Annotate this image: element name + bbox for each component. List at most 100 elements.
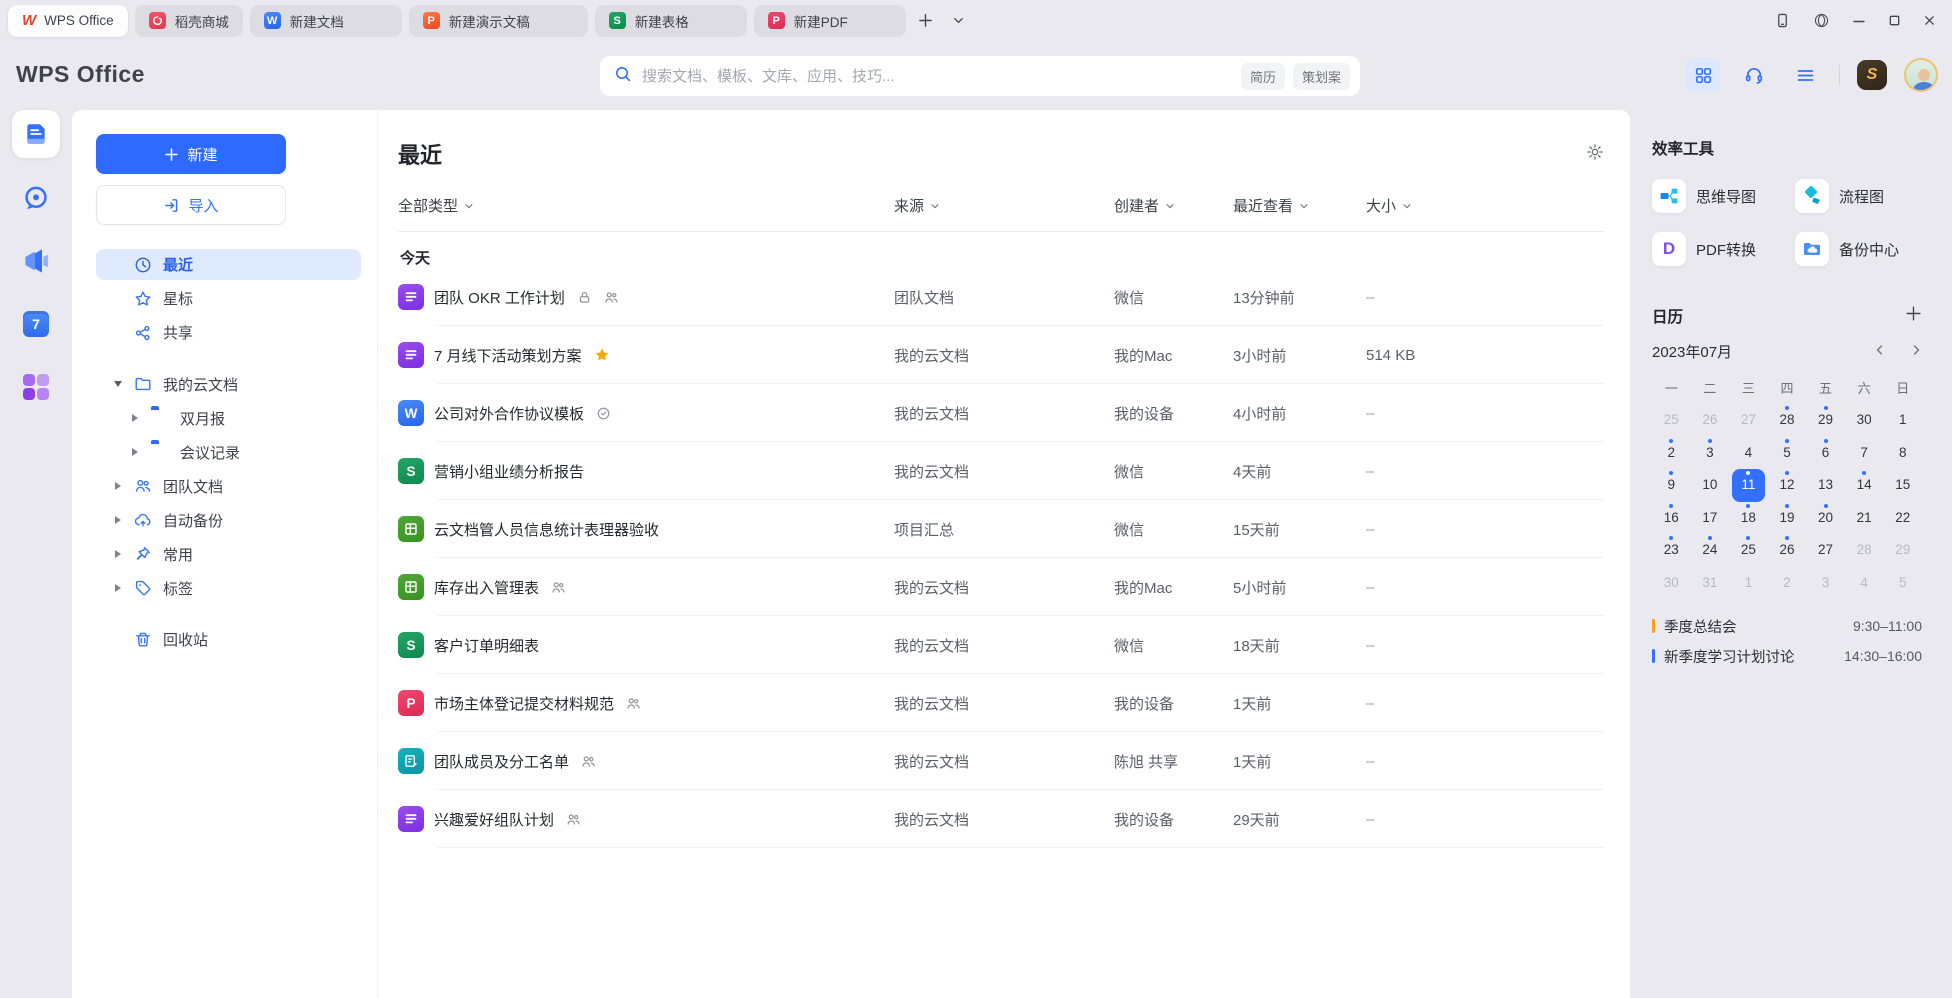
rail-meeting-video-icon[interactable] <box>12 238 60 284</box>
tool-pdf-convert[interactable]: D PDF转换 <box>1652 227 1795 271</box>
prev-month-icon[interactable] <box>1874 343 1886 360</box>
filter-size-dropdown[interactable]: 大小 <box>1366 195 1604 216</box>
filter-type-dropdown[interactable]: 全部类型 <box>398 195 894 216</box>
calendar-day[interactable]: 15 <box>1886 469 1919 502</box>
calendar-day[interactable]: 25 <box>1655 404 1688 437</box>
caret-right-icon[interactable] <box>111 516 125 524</box>
next-month-icon[interactable] <box>1910 343 1922 360</box>
sidebar-item-frequent[interactable]: 常用 <box>96 539 361 569</box>
minimize-button[interactable] <box>1852 14 1866 28</box>
rail-documents-icon[interactable] <box>12 110 60 158</box>
calendar-day[interactable]: 1 <box>1732 567 1765 600</box>
calendar-day[interactable]: 5 <box>1770 437 1803 470</box>
calendar-day[interactable]: 8 <box>1886 437 1919 470</box>
file-row[interactable]: 7 月线下活动策划方案 我的云文档 我的Mac 3小时前 514 KB <box>398 326 1604 384</box>
sidebar-folder-meeting-notes[interactable]: 会议记录 <box>96 437 361 467</box>
calendar-day[interactable]: 24 <box>1693 534 1726 567</box>
sidebar-item-my-cloud-docs[interactable]: 我的云文档 <box>96 369 361 399</box>
sidebar-folder-bimonthly[interactable]: 双月报 <box>96 403 361 433</box>
calendar-day[interactable]: 26 <box>1770 534 1803 567</box>
mobile-device-icon[interactable] <box>1774 12 1791 29</box>
globe-icon[interactable] <box>1813 12 1830 29</box>
support-headset-icon[interactable] <box>1737 58 1771 92</box>
new-tab-button[interactable] <box>913 8 939 34</box>
tab-new-spreadsheet[interactable]: S 新建表格 <box>595 5 747 37</box>
search-tag-proposal[interactable]: 策划案 <box>1293 63 1350 90</box>
maximize-button[interactable] <box>1888 14 1901 27</box>
sidebar-item-team-docs[interactable]: 团队文档 <box>96 471 361 501</box>
sidebar-item-recent[interactable]: 最近 <box>96 249 361 280</box>
calendar-day[interactable]: 28 <box>1848 534 1881 567</box>
calendar-day[interactable]: 13 <box>1809 469 1842 502</box>
calendar-day[interactable]: 6 <box>1809 437 1842 470</box>
calendar-day[interactable]: 7 <box>1848 437 1881 470</box>
calendar-day[interactable]: 26 <box>1693 404 1726 437</box>
caret-right-icon[interactable] <box>111 482 125 490</box>
close-button[interactable] <box>1923 14 1936 27</box>
caret-right-icon[interactable] <box>128 414 142 422</box>
calendar-day[interactable]: 2 <box>1655 437 1688 470</box>
sidebar-item-tags[interactable]: 标签 <box>96 573 361 603</box>
calendar-event[interactable]: 新季度学习计划讨论 14:30–16:00 <box>1652 641 1922 671</box>
sidebar-item-auto-backup[interactable]: 自动备份 <box>96 505 361 535</box>
calendar-day[interactable]: 12 <box>1770 469 1803 502</box>
calendar-day[interactable]: 27 <box>1732 404 1765 437</box>
calendar-day[interactable]: 16 <box>1655 502 1688 535</box>
caret-down-icon[interactable] <box>111 381 125 387</box>
calendar-day[interactable]: 4 <box>1732 437 1765 470</box>
calendar-day[interactable]: 18 <box>1732 502 1765 535</box>
calendar-day[interactable]: 17 <box>1693 502 1726 535</box>
calendar-day[interactable]: 29 <box>1809 404 1842 437</box>
calendar-day[interactable]: 4 <box>1848 567 1881 600</box>
user-avatar[interactable] <box>1904 58 1938 92</box>
calendar-day[interactable]: 3 <box>1693 437 1726 470</box>
filter-creator-dropdown[interactable]: 创建者 <box>1114 195 1233 216</box>
apps-grid-icon[interactable] <box>1686 58 1720 92</box>
tab-wps-home[interactable]: W WPS Office <box>8 5 128 37</box>
add-event-icon[interactable] <box>1905 305 1922 327</box>
calendar-day[interactable]: 27 <box>1809 534 1842 567</box>
search-bar[interactable]: 简历 策划案 <box>600 56 1360 96</box>
import-button[interactable]: 导入 <box>96 185 286 225</box>
calendar-day[interactable]: 23 <box>1655 534 1688 567</box>
sidebar-item-trash[interactable]: 回收站 <box>96 624 361 655</box>
calendar-day[interactable]: 28 <box>1770 404 1803 437</box>
new-button[interactable]: 新建 <box>96 134 286 174</box>
menu-hamburger-icon[interactable] <box>1788 58 1822 92</box>
calendar-day[interactable]: 19 <box>1770 502 1803 535</box>
calendar-day[interactable]: 1 <box>1886 404 1919 437</box>
calendar-day[interactable]: 10 <box>1693 469 1726 502</box>
calendar-day[interactable]: 9 <box>1655 469 1688 502</box>
rail-chat-icon[interactable] <box>12 175 60 221</box>
calendar-day[interactable]: 14 <box>1848 469 1881 502</box>
filter-viewed-dropdown[interactable]: 最近查看 <box>1233 195 1366 216</box>
caret-right-icon[interactable] <box>128 448 142 456</box>
file-row[interactable]: 团队 OKR 工作计划 团队文档 微信 13分钟前 – <box>398 268 1604 326</box>
file-row[interactable]: P 市场主体登记提交材料规范 我的云文档 我的设备 1天前 – <box>398 674 1604 732</box>
calendar-day[interactable]: 29 <box>1886 534 1919 567</box>
filter-source-dropdown[interactable]: 来源 <box>894 195 1114 216</box>
calendar-day[interactable]: 20 <box>1809 502 1842 535</box>
calendar-day[interactable]: 30 <box>1848 404 1881 437</box>
file-row[interactable]: 兴趣爱好组队计划 我的云文档 我的设备 29天前 – <box>398 790 1604 848</box>
calendar-day[interactable]: 3 <box>1809 567 1842 600</box>
calendar-day[interactable]: 21 <box>1848 502 1881 535</box>
rail-apps-icon[interactable] <box>12 364 60 410</box>
search-tag-resume[interactable]: 简历 <box>1241 63 1285 90</box>
file-row[interactable]: W 公司对外合作协议模板 我的云文档 我的设备 4小时前 – <box>398 384 1604 442</box>
calendar-day[interactable]: 2 <box>1770 567 1803 600</box>
tab-docer-store[interactable]: 稻壳商城 <box>135 5 243 37</box>
tab-new-pdf[interactable]: P 新建PDF <box>754 5 906 37</box>
calendar-day[interactable]: 31 <box>1693 567 1726 600</box>
rail-calendar-icon[interactable]: 7 <box>12 301 60 347</box>
calendar-event[interactable]: 季度总结会 9:30–11:00 <box>1652 611 1922 641</box>
caret-right-icon[interactable] <box>111 584 125 592</box>
sidebar-item-starred[interactable]: 星标 <box>96 283 361 314</box>
caret-right-icon[interactable] <box>111 550 125 558</box>
tool-mindmap[interactable]: 思维导图 <box>1652 174 1795 218</box>
calendar-day-selected[interactable]: 11 <box>1732 469 1765 502</box>
tool-flowchart[interactable]: 流程图 <box>1795 174 1922 218</box>
calendar-day[interactable]: 25 <box>1732 534 1765 567</box>
tab-new-presentation[interactable]: P 新建演示文稿 <box>409 5 588 37</box>
calendar-day[interactable]: 30 <box>1655 567 1688 600</box>
